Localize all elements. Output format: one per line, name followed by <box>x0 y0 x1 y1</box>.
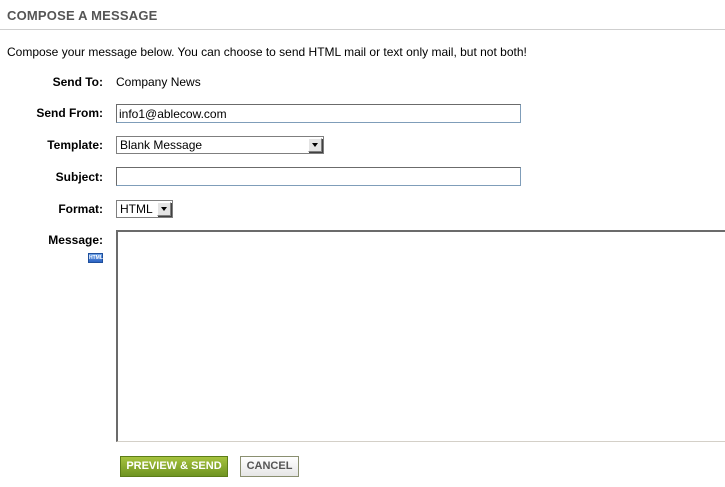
subject-label: Subject: <box>55 170 103 184</box>
preview-send-button[interactable]: PREVIEW & SEND <box>120 456 228 477</box>
title-divider <box>0 29 725 30</box>
template-label: Template: <box>47 138 103 152</box>
intro-text: Compose your message below. You can choo… <box>7 45 527 59</box>
format-select[interactable]: HTML <box>116 200 173 218</box>
send-to-value: Company News <box>116 75 201 89</box>
template-selected-value: Blank Message <box>120 138 203 152</box>
chevron-down-icon[interactable] <box>157 202 171 216</box>
send-from-field[interactable] <box>116 104 521 123</box>
subject-field[interactable] <box>116 167 521 186</box>
send-from-label: Send From: <box>36 106 103 120</box>
cancel-button[interactable]: CANCEL <box>240 456 299 477</box>
message-label: Message: <box>48 233 103 247</box>
send-to-label: Send To: <box>52 75 103 89</box>
html-editor-icon[interactable]: HTML <box>88 253 103 263</box>
format-selected-value: HTML <box>120 202 153 216</box>
message-textarea[interactable] <box>116 230 725 442</box>
format-label: Format: <box>58 202 103 216</box>
chevron-down-icon[interactable] <box>308 138 322 152</box>
page-title: COMPOSE A MESSAGE <box>7 8 158 23</box>
template-select[interactable]: Blank Message <box>116 136 324 154</box>
